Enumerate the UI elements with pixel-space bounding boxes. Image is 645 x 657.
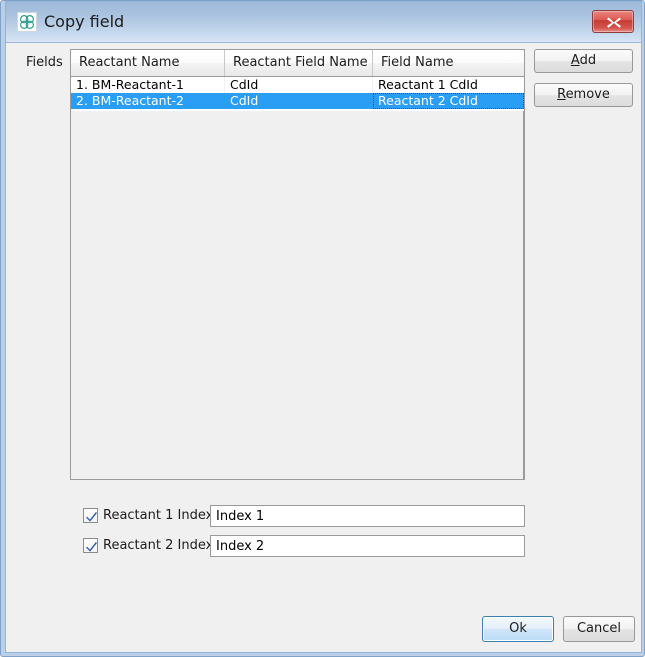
- remove-button-mnemonic: R: [557, 87, 566, 102]
- table-row[interactable]: 2. BM-Reactant-2 CdId Reactant 2 CdId: [71, 93, 524, 109]
- title-bar: Copy field: [6, 2, 641, 43]
- dialog-inner: Copy field Fields Reactant Name Reactant…: [5, 1, 642, 653]
- fields-table-body: 1. BM-Reactant-1 CdId Reactant 1 CdId 2.…: [71, 77, 524, 479]
- table-header-row: Reactant Name Reactant Field Name Field …: [71, 50, 524, 77]
- reactant-1-index-label: Reactant 1 Index: [103, 508, 214, 523]
- list-filler: [71, 109, 524, 111]
- remove-button-label: emove: [565, 87, 610, 102]
- remove-button[interactable]: Remove: [534, 83, 633, 107]
- reactant-1-index-input[interactable]: [210, 505, 525, 527]
- reactant-2-index-label: Reactant 2 Index: [103, 538, 214, 553]
- column-header-reactant-name[interactable]: Reactant Name: [71, 50, 225, 76]
- reactant-2-index-checkbox[interactable]: [83, 538, 98, 553]
- close-icon: [607, 17, 621, 28]
- cell-field-name[interactable]: Reactant 1 CdId: [373, 77, 524, 93]
- check-icon: [86, 511, 97, 522]
- close-button[interactable]: [592, 10, 634, 33]
- molecule-icon: [17, 12, 37, 32]
- table-row[interactable]: 1. BM-Reactant-1 CdId Reactant 1 CdId: [71, 77, 524, 93]
- cell-reactant-name[interactable]: 2. BM-Reactant-2: [71, 93, 225, 109]
- cell-reactant-field-name[interactable]: CdId: [225, 77, 373, 93]
- cell-field-name[interactable]: Reactant 2 CdId: [373, 93, 524, 109]
- cell-reactant-field-name[interactable]: CdId: [225, 93, 373, 109]
- add-button-mnemonic: A: [570, 53, 580, 68]
- dialog-window: Copy field Fields Reactant Name Reactant…: [0, 0, 645, 657]
- reactant-2-index-input[interactable]: [210, 535, 525, 557]
- dialog-title: Copy field: [44, 12, 125, 31]
- ok-button[interactable]: Ok: [482, 616, 554, 642]
- column-header-field-name[interactable]: Field Name: [373, 50, 524, 76]
- check-icon: [86, 541, 97, 552]
- reactant-1-index-checkbox[interactable]: [83, 508, 98, 523]
- fields-table-panel: Reactant Name Reactant Field Name Field …: [70, 49, 525, 480]
- column-header-reactant-field-name[interactable]: Reactant Field Name: [225, 50, 373, 76]
- cell-reactant-name[interactable]: 1. BM-Reactant-1: [71, 77, 225, 93]
- cancel-button[interactable]: Cancel: [563, 616, 635, 642]
- fields-label: Fields: [26, 55, 63, 70]
- add-button-label: dd: [579, 53, 597, 68]
- add-button[interactable]: Add: [534, 49, 633, 73]
- dialog-client-area: Fields Reactant Name Reactant Field Name…: [6, 43, 641, 652]
- list-viewport-edge: [523, 77, 524, 479]
